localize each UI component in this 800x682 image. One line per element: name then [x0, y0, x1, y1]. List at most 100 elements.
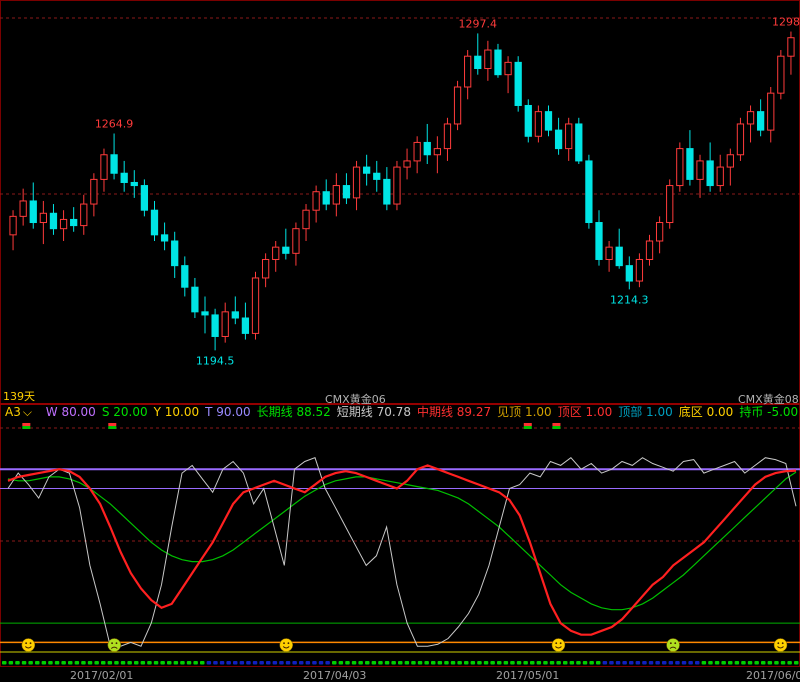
state-dot — [596, 661, 601, 665]
face-eye — [674, 642, 677, 645]
state-dot — [437, 661, 443, 665]
top-zone-marker — [108, 426, 117, 429]
state-dot — [74, 661, 80, 665]
state-dot — [609, 661, 614, 665]
candle-up — [655, 222, 664, 242]
candle-up — [312, 191, 320, 211]
candle-down — [191, 286, 199, 313]
state-dot — [747, 661, 753, 665]
state-dot — [642, 661, 647, 665]
state-dot — [398, 661, 403, 665]
candle-up — [716, 166, 724, 187]
chevron-down-icon[interactable]: ⌵ — [23, 405, 32, 419]
candle-down — [49, 212, 58, 230]
state-dot — [378, 661, 383, 665]
candle-up — [605, 246, 613, 260]
state-dot — [761, 661, 766, 665]
indicator-param: S 20.00 — [101, 405, 148, 419]
top-zone-marker — [22, 423, 31, 426]
candle-up — [39, 212, 47, 224]
indicator-param: 见顶 1.00 — [497, 405, 552, 419]
state-dot — [219, 661, 225, 665]
state-dot — [774, 661, 779, 665]
candle-down — [160, 234, 169, 242]
state-dot — [787, 661, 792, 665]
face-eye — [25, 642, 28, 645]
state-dot — [708, 661, 713, 665]
state-dot — [358, 661, 363, 665]
face-eye — [287, 642, 290, 645]
chart-canvas: 1264.9 1194.5 1297.4 1214.3 1298 — [0, 0, 800, 667]
state-dot — [450, 661, 456, 665]
state-dot — [457, 661, 462, 665]
state-dot — [338, 661, 344, 665]
indicator-name[interactable]: A3 — [5, 405, 21, 419]
state-dot — [794, 661, 799, 665]
candle-up — [352, 166, 361, 199]
state-dot — [728, 661, 733, 665]
state-dot — [48, 661, 53, 665]
candle-up — [302, 209, 310, 230]
top-zone-marker — [552, 426, 561, 429]
candle-down — [150, 209, 159, 236]
indicator-panel-frame — [0, 404, 800, 667]
candle-down — [29, 200, 37, 224]
candle-up — [19, 200, 27, 217]
state-dot — [252, 661, 258, 665]
state-dot — [695, 661, 700, 665]
candle-down — [575, 123, 583, 162]
state-dot — [404, 661, 410, 665]
state-dot — [384, 661, 390, 665]
state-dot — [120, 661, 126, 665]
candle-up — [413, 141, 421, 162]
smile-face-icon — [773, 638, 788, 652]
state-dot — [81, 661, 86, 665]
state-dot — [635, 661, 641, 665]
state-dot — [285, 661, 291, 665]
state-dot — [721, 661, 726, 665]
state-dot — [662, 661, 667, 665]
state-dot — [206, 661, 212, 665]
candle-down — [383, 178, 391, 205]
candle-down — [595, 222, 603, 260]
candle-up — [736, 123, 745, 156]
top-zone-marker — [552, 423, 561, 426]
state-dot — [602, 661, 608, 665]
state-dot — [259, 661, 264, 665]
state-dot — [8, 661, 14, 665]
candle-up — [251, 277, 260, 334]
state-dot — [780, 661, 786, 665]
state-dot — [668, 661, 674, 665]
face-eye — [559, 642, 562, 645]
face-eye — [781, 642, 784, 645]
state-dot — [41, 661, 47, 665]
state-dot — [523, 661, 528, 665]
state-dot — [681, 661, 687, 665]
candle-up — [666, 185, 674, 224]
candle-up — [59, 218, 68, 230]
candle-up — [645, 240, 654, 260]
face-eye — [29, 642, 32, 645]
state-dot — [134, 661, 139, 665]
smile-face-icon — [551, 638, 566, 652]
candle-up — [464, 55, 472, 88]
candle-down — [211, 314, 219, 337]
candle-down — [423, 141, 431, 156]
indicator-param: 顶部 1.00 — [618, 405, 673, 419]
state-dot — [213, 661, 218, 665]
candle-down — [140, 185, 149, 211]
candle-up — [767, 92, 775, 131]
state-dot — [140, 661, 146, 665]
candle-down — [554, 129, 563, 150]
candle-up — [261, 258, 270, 279]
candle-down — [171, 240, 179, 267]
state-dot — [61, 661, 66, 665]
state-dot — [648, 661, 654, 665]
candle-down — [524, 104, 532, 137]
days-label: 139天 — [3, 390, 35, 403]
state-dot — [424, 661, 429, 665]
smile-face-icon — [21, 638, 36, 652]
state-dot — [516, 661, 522, 665]
face-eye — [555, 642, 558, 645]
candle-up — [565, 123, 573, 150]
